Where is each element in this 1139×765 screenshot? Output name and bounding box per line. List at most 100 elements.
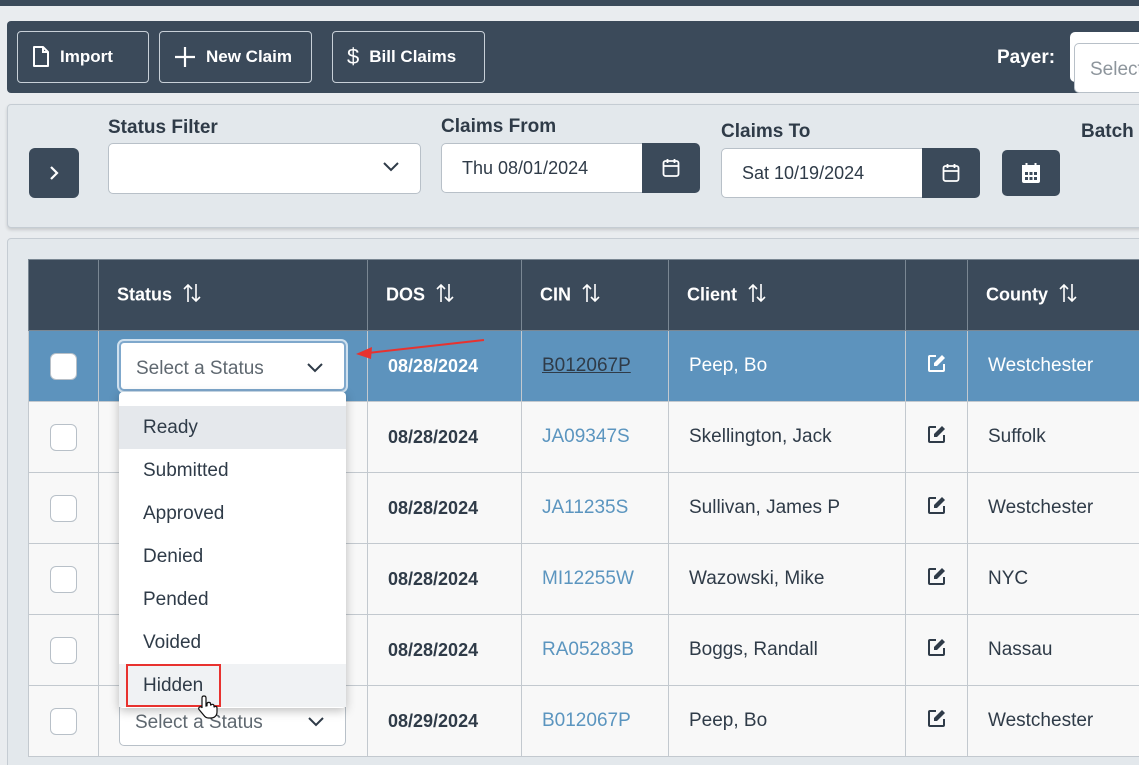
cin-link[interactable]: JA09347S	[542, 426, 630, 447]
cin-cell: JA11235S	[521, 472, 669, 544]
cin-cell: MI12255W	[521, 543, 669, 615]
row-checkbox-cell	[28, 614, 99, 686]
bill-claims-button[interactable]: $ Bill Claims	[332, 31, 485, 83]
status-option-pended[interactable]: Pended	[119, 578, 346, 621]
client-cell: Peep, Bo	[668, 330, 906, 402]
row-status-select[interactable]: Select a Status	[119, 341, 346, 391]
table-row[interactable]: Select a Status 08/28/2024 B012067P Peep…	[28, 330, 1139, 402]
county-cell: NYC	[967, 543, 1139, 615]
edit-icon[interactable]	[927, 424, 947, 444]
edit-icon[interactable]	[927, 495, 947, 515]
edit-icon[interactable]	[927, 353, 947, 373]
row-checkbox[interactable]	[50, 707, 77, 735]
sort-icon	[1058, 282, 1078, 309]
edit-icon[interactable]	[927, 637, 947, 657]
import-label: Import	[60, 47, 113, 66]
status-filter-select[interactable]	[108, 143, 421, 194]
red-arrow-annotation	[356, 339, 485, 359]
row-checkbox-cell	[28, 685, 99, 757]
edit-cell	[905, 685, 968, 757]
dollar-icon: $	[347, 44, 360, 69]
client-cell: Peep, Bo	[668, 685, 906, 757]
sort-icon	[747, 282, 767, 309]
claims-to-input[interactable]: Sat 10/19/2024	[721, 148, 923, 198]
cin-cell: B012067P	[521, 685, 669, 757]
edit-cell	[905, 401, 968, 473]
dos-cell: 08/28/2024	[367, 472, 522, 544]
cin-link[interactable]: B012067P	[542, 355, 631, 376]
hand-cursor-icon	[198, 695, 218, 719]
cin-link[interactable]: JA11235S	[542, 497, 628, 518]
status-option-approved[interactable]: Approved	[119, 492, 346, 535]
row-checkbox[interactable]	[50, 636, 77, 664]
row-checkbox[interactable]	[50, 565, 77, 593]
select-column-header	[28, 259, 99, 331]
expand-filters-button[interactable]	[29, 148, 79, 198]
edit-cell	[905, 472, 968, 544]
batch-select[interactable]: Select	[1074, 43, 1139, 93]
county-cell: Nassau	[967, 614, 1139, 686]
cin-link[interactable]: B012067P	[542, 710, 631, 731]
calendar-icon	[662, 159, 680, 177]
claims-from-calendar-button[interactable]	[642, 143, 700, 193]
status-option-denied[interactable]: Denied	[119, 535, 346, 578]
file-icon	[33, 46, 49, 67]
status-option-voided[interactable]: Voided	[119, 621, 346, 664]
edit-cell	[905, 614, 968, 686]
dos-cell: 08/29/2024	[367, 685, 522, 757]
chevron-right-icon	[50, 166, 59, 180]
county-cell: Westchester	[967, 472, 1139, 544]
import-button[interactable]: Import	[17, 31, 149, 83]
client-column-header[interactable]: Client	[668, 259, 906, 331]
dos-column-header[interactable]: DOS	[367, 259, 522, 331]
dos-cell: 08/28/2024	[367, 614, 522, 686]
row-checkbox-cell	[28, 401, 99, 473]
new-claim-button[interactable]: New Claim	[159, 31, 312, 83]
status-cell: Select a Status	[98, 330, 368, 402]
status-option-ready[interactable]: Ready	[119, 406, 346, 449]
calendar-filled-icon	[1022, 163, 1040, 183]
county-column-header[interactable]: County	[967, 259, 1139, 331]
dos-cell: 08/28/2024	[367, 401, 522, 473]
claims-to-calendar-button[interactable]	[922, 148, 980, 198]
calendar-icon	[942, 164, 960, 182]
cin-link[interactable]: RA05283B	[542, 639, 634, 660]
claims-from-label: Claims From	[441, 116, 557, 137]
status-column-header[interactable]: Status	[98, 259, 368, 331]
row-checkbox[interactable]	[50, 423, 77, 451]
edit-icon[interactable]	[927, 566, 947, 586]
cin-column-header[interactable]: CIN	[521, 259, 669, 331]
row-checkbox-cell	[28, 330, 99, 402]
plus-icon	[175, 47, 195, 67]
chevron-down-icon	[383, 162, 399, 172]
county-cell: Suffolk	[967, 401, 1139, 473]
filter-panel: Status Filter Claims From Thu 08/01/2024…	[7, 104, 1139, 228]
client-cell: Boggs, Randall	[668, 614, 906, 686]
client-cell: Wazowski, Mike	[668, 543, 906, 615]
edit-cell	[905, 330, 968, 402]
row-checkbox-cell	[28, 543, 99, 615]
dos-cell: 08/28/2024	[367, 543, 522, 615]
status-option-submitted[interactable]: Submitted	[119, 449, 346, 492]
claims-from-input[interactable]: Thu 08/01/2024	[441, 143, 643, 193]
edit-cell	[905, 543, 968, 615]
bill-claims-label: Bill Claims	[369, 47, 457, 66]
client-cell: Skellington, Jack	[668, 401, 906, 473]
edit-icon[interactable]	[927, 708, 947, 728]
cin-link[interactable]: MI12255W	[542, 568, 634, 589]
status-dropdown-menu: Ready Submitted Approved Denied Pended V…	[119, 392, 346, 708]
client-cell: Sullivan, James P	[668, 472, 906, 544]
row-checkbox[interactable]	[50, 352, 77, 380]
toolbar: Import New Claim $ Bill Claims Payer: eM…	[7, 21, 1139, 93]
row-checkbox[interactable]	[50, 494, 77, 522]
sort-icon	[435, 282, 455, 309]
cin-cell: RA05283B	[521, 614, 669, 686]
cin-cell: B012067P	[521, 330, 669, 402]
county-cell: Westchester	[967, 330, 1139, 402]
date-range-calendar-button[interactable]	[1002, 150, 1060, 196]
edit-column-header	[905, 259, 968, 331]
batch-label: Batch	[1081, 121, 1134, 142]
county-cell: Westchester	[967, 685, 1139, 757]
status-filter-label: Status Filter	[108, 117, 218, 138]
chevron-down-icon	[308, 717, 324, 727]
